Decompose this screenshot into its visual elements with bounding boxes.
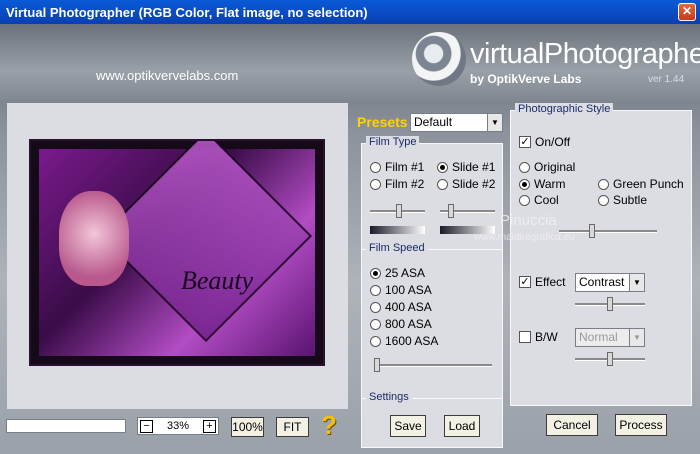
load-button[interactable]: Load	[444, 415, 480, 437]
film-type-option[interactable]: Slide #1	[437, 160, 495, 174]
window-titlebar: Virtual Photographer (RGB Color, Flat im…	[0, 0, 700, 24]
save-button[interactable]: Save	[390, 415, 426, 437]
settings-title: Settings	[366, 391, 412, 403]
effect-select[interactable]: Contrast ▼	[575, 273, 645, 292]
window-title: Virtual Photographer (RGB Color, Flat im…	[6, 4, 368, 20]
checkbox-checked-icon[interactable]: ✓	[519, 276, 531, 288]
style-option[interactable]: Subtle	[598, 193, 647, 207]
logo-text: virtualPhotographer	[470, 38, 700, 70]
film-speed-group: Film Speed 25 ASA 100 ASA 400 ASA 800 AS…	[361, 242, 503, 405]
presets-select[interactable]: Default ▼	[410, 113, 503, 132]
app-body: www.optikvervelabs.com virtualPhotograph…	[0, 24, 700, 454]
radio-icon[interactable]	[598, 194, 609, 206]
effect-checkbox[interactable]: ✓ Effect	[519, 275, 565, 289]
film-speed-option[interactable]: 800 ASA	[370, 317, 432, 331]
bw-slider-thumb[interactable]	[607, 352, 613, 366]
film-gradient-bar	[370, 226, 425, 234]
radio-icon[interactable]	[519, 178, 530, 190]
watermark-text: Pinuccia	[500, 212, 557, 229]
cancel-button[interactable]: Cancel	[546, 414, 598, 436]
radio-icon[interactable]	[370, 318, 381, 330]
chevron-down-icon[interactable]: ▼	[629, 274, 644, 291]
settings-group: Settings Save Load	[361, 391, 503, 448]
logo-subtitle: by OptikVerve Labs	[470, 72, 582, 86]
radio-icon[interactable]	[370, 284, 381, 296]
help-icon[interactable]: ?	[321, 410, 337, 441]
film-type-option[interactable]: Film #1	[370, 160, 424, 174]
logo-icon	[412, 32, 466, 86]
radio-icon[interactable]	[370, 178, 381, 190]
style-option[interactable]: Original	[519, 160, 575, 174]
bw-select[interactable]: Normal ▼	[575, 328, 645, 347]
film-speed-option[interactable]: 25 ASA	[370, 266, 425, 280]
film-speed-option[interactable]: 100 ASA	[370, 283, 432, 297]
style-slider-thumb[interactable]	[589, 224, 595, 238]
checkbox-icon[interactable]	[519, 331, 531, 343]
zoom-100-button[interactable]: 100%	[231, 417, 264, 437]
film-speed-option[interactable]: 1600 ASA	[370, 334, 438, 348]
preview-panel: Beauty	[7, 103, 348, 409]
version-label: ver 1.44	[648, 74, 685, 85]
bw-value: Normal	[579, 330, 618, 344]
presets-label: Presets	[357, 114, 408, 130]
header-band: www.optikvervelabs.com virtualPhotograph…	[0, 24, 700, 102]
photographic-style-group: Photographic Style ✓ On/Off Original Warm…	[510, 103, 692, 406]
progress-bar	[6, 419, 126, 433]
film-speed-slider-thumb[interactable]	[374, 358, 380, 372]
zoom-out-button[interactable]: −	[140, 419, 153, 433]
radio-icon[interactable]	[519, 161, 530, 173]
effect-slider-thumb[interactable]	[607, 297, 613, 311]
style-option[interactable]: Warm	[519, 177, 566, 191]
close-icon[interactable]: ✕	[678, 3, 696, 21]
checkbox-checked-icon[interactable]: ✓	[519, 136, 531, 148]
film-type-option[interactable]: Film #2	[370, 177, 424, 191]
style-option[interactable]: Green Punch	[598, 177, 684, 191]
radio-icon[interactable]	[370, 161, 381, 173]
radio-icon[interactable]	[598, 178, 609, 190]
preview-image: Beauty	[29, 139, 325, 366]
preview-caption: Beauty	[181, 266, 254, 295]
radio-icon[interactable]	[370, 301, 381, 313]
radio-icon[interactable]	[437, 161, 448, 173]
slide-slider-thumb[interactable]	[448, 204, 454, 218]
radio-icon[interactable]	[519, 194, 530, 206]
photographic-style-title: Photographic Style	[515, 103, 614, 115]
radio-icon[interactable]	[370, 267, 381, 279]
watermark-url: www.maidiregrafica.eu	[474, 232, 575, 243]
presets-value: Default	[414, 115, 453, 129]
bw-checkbox[interactable]: B/W	[519, 330, 558, 344]
radio-icon[interactable]	[437, 178, 448, 190]
zoom-in-button[interactable]: +	[203, 419, 216, 433]
site-url[interactable]: www.optikvervelabs.com	[96, 68, 238, 83]
effect-value: Contrast	[579, 275, 625, 289]
film-type-title: Film Type	[366, 136, 420, 148]
style-option[interactable]: Cool	[519, 193, 559, 207]
radio-icon[interactable]	[370, 335, 381, 347]
film-speed-slider-track[interactable]	[374, 364, 492, 367]
zoom-fit-button[interactable]: FIT	[276, 417, 309, 437]
zoom-control: − 33% +	[137, 417, 219, 435]
film-slider-thumb[interactable]	[396, 204, 402, 218]
preview-portrait	[59, 191, 129, 286]
process-button[interactable]: Process	[615, 414, 667, 436]
zoom-value: 33%	[166, 420, 190, 432]
film-speed-option[interactable]: 400 ASA	[370, 300, 432, 314]
film-speed-title: Film Speed	[366, 242, 428, 254]
film-type-option[interactable]: Slide #2	[437, 177, 495, 191]
chevron-down-icon[interactable]: ▼	[629, 329, 644, 346]
style-onoff-checkbox[interactable]: ✓ On/Off	[519, 135, 570, 149]
chevron-down-icon[interactable]: ▼	[487, 114, 502, 131]
